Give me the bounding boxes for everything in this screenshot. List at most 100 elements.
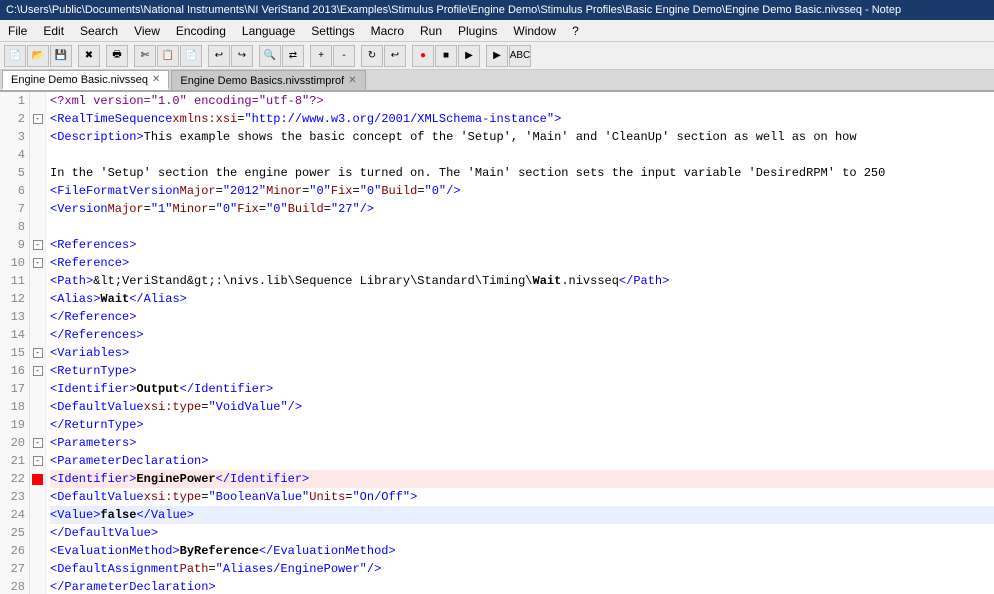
tab-stimprof[interactable]: Engine Demo Basics.nivsstimprof ✕ bbox=[171, 70, 365, 90]
gutter-row[interactable]: - bbox=[30, 452, 45, 470]
gutter-row[interactable]: - bbox=[30, 362, 45, 380]
tb-find[interactable]: 🔍 bbox=[259, 45, 281, 67]
menu-settings[interactable]: Settings bbox=[303, 20, 362, 41]
gutter-row[interactable]: - bbox=[30, 110, 45, 128]
menu-window[interactable]: Window bbox=[505, 20, 564, 41]
tb-new[interactable]: 📄 bbox=[4, 45, 26, 67]
code-line[interactable]: In the 'Setup' section the engine power … bbox=[50, 164, 994, 182]
tb-macro-rec[interactable]: ● bbox=[412, 45, 434, 67]
tb-run[interactable]: ▶ bbox=[486, 45, 508, 67]
code-line[interactable]: </ParameterDeclaration> bbox=[50, 578, 994, 594]
tb-zoom-in[interactable]: + bbox=[310, 45, 332, 67]
menu-encoding[interactable]: Encoding bbox=[168, 20, 234, 41]
line-number: 5 bbox=[4, 164, 25, 182]
code-line[interactable]: <Value>false</Value> bbox=[50, 506, 994, 524]
line-number: 4 bbox=[4, 146, 25, 164]
tab-nivsseq[interactable]: Engine Demo Basic.nivsseq ✕ bbox=[2, 70, 169, 90]
code-line[interactable]: <FileFormatVersion Major="2012" Minor="0… bbox=[50, 182, 994, 200]
tb-spell[interactable]: ABC bbox=[509, 45, 531, 67]
code-line[interactable]: <DefaultValue xsi:type="BooleanValue" Un… bbox=[50, 488, 994, 506]
code-line[interactable]: <DefaultAssignment Path="Aliases/EngineP… bbox=[50, 560, 994, 578]
menu-language[interactable]: Language bbox=[234, 20, 303, 41]
tb-redo[interactable]: ↪ bbox=[231, 45, 253, 67]
gutter-row[interactable] bbox=[30, 470, 45, 488]
gutter-row[interactable]: - bbox=[30, 434, 45, 452]
title-text: C:\Users\Public\Documents\National Instr… bbox=[6, 4, 901, 16]
tb-print[interactable]: 🖶 bbox=[106, 45, 128, 67]
collapse-btn[interactable]: - bbox=[33, 114, 43, 124]
line-number: 21 bbox=[4, 452, 25, 470]
code-line[interactable]: <Parameters> bbox=[50, 434, 994, 452]
gutter-row bbox=[30, 524, 45, 542]
gutter-row[interactable]: - bbox=[30, 254, 45, 272]
code-line[interactable]: <EvaluationMethod>ByReference</Evaluatio… bbox=[50, 542, 994, 560]
code-line[interactable]: <Identifier>EnginePower</Identifier> bbox=[50, 470, 994, 488]
tb-paste[interactable]: 📄 bbox=[180, 45, 202, 67]
tb-sync[interactable]: ↻ bbox=[361, 45, 383, 67]
line-number: 11 bbox=[4, 272, 25, 290]
code-line[interactable]: </ReturnType> bbox=[50, 416, 994, 434]
gutter-row bbox=[30, 380, 45, 398]
line-number: 10 bbox=[4, 254, 25, 272]
code-line[interactable]: <RealTimeSequence xmlns:xsi="http://www.… bbox=[50, 110, 994, 128]
gutter-row bbox=[30, 146, 45, 164]
tb-save[interactable]: 💾 bbox=[50, 45, 72, 67]
code-line[interactable]: <Path>&lt;VeriStand&gt;:\nivs.lib\Sequen… bbox=[50, 272, 994, 290]
code-line[interactable]: <ReturnType> bbox=[50, 362, 994, 380]
line-number: 18 bbox=[4, 398, 25, 416]
code-line[interactable]: <Version Major="1" Minor="0" Fix="0" Bui… bbox=[50, 200, 994, 218]
line-number: 6 bbox=[4, 182, 25, 200]
code-line[interactable]: </Reference> bbox=[50, 308, 994, 326]
tb-wrap[interactable]: ↩ bbox=[384, 45, 406, 67]
code-line[interactable]: <Reference> bbox=[50, 254, 994, 272]
menu-bar: File Edit Search View Encoding Language … bbox=[0, 20, 994, 42]
tb-undo[interactable]: ↩ bbox=[208, 45, 230, 67]
tb-macro-play[interactable]: ▶ bbox=[458, 45, 480, 67]
collapse-btn[interactable]: - bbox=[33, 258, 43, 268]
code-line[interactable]: <Alias>Wait</Alias> bbox=[50, 290, 994, 308]
code-line[interactable]: </References> bbox=[50, 326, 994, 344]
gutter-row bbox=[30, 416, 45, 434]
code-line[interactable]: <Identifier>Output</Identifier> bbox=[50, 380, 994, 398]
gutter-row bbox=[30, 182, 45, 200]
collapse-btn[interactable]: - bbox=[33, 438, 43, 448]
code-line[interactable]: <Variables> bbox=[50, 344, 994, 362]
editor[interactable]: 1234567891011121314151617181920212223242… bbox=[0, 92, 994, 594]
tb-replace[interactable]: ⇄ bbox=[282, 45, 304, 67]
code-line[interactable]: <Description>This example shows the basi… bbox=[50, 128, 994, 146]
tb-macro-stop[interactable]: ■ bbox=[435, 45, 457, 67]
collapse-btn[interactable]: - bbox=[33, 240, 43, 250]
code-line[interactable]: </DefaultValue> bbox=[50, 524, 994, 542]
collapse-btn[interactable]: - bbox=[33, 366, 43, 376]
tb-cut[interactable]: ✄ bbox=[134, 45, 156, 67]
menu-edit[interactable]: Edit bbox=[35, 20, 72, 41]
tab-close-stimprof[interactable]: ✕ bbox=[348, 75, 356, 86]
menu-run[interactable]: Run bbox=[412, 20, 450, 41]
collapse-btn[interactable]: - bbox=[33, 348, 43, 358]
tb-open[interactable]: 📂 bbox=[27, 45, 49, 67]
menu-view[interactable]: View bbox=[126, 20, 168, 41]
menu-macro[interactable]: Macro bbox=[363, 20, 412, 41]
code-line[interactable]: <ParameterDeclaration> bbox=[50, 452, 994, 470]
tab-close-nivsseq[interactable]: ✕ bbox=[152, 74, 160, 85]
menu-file[interactable]: File bbox=[0, 20, 35, 41]
menu-help[interactable]: ? bbox=[564, 20, 587, 41]
code-line[interactable] bbox=[50, 218, 994, 236]
gutter-row[interactable]: - bbox=[30, 236, 45, 254]
line-number: 12 bbox=[4, 290, 25, 308]
tb-copy[interactable]: 📋 bbox=[157, 45, 179, 67]
menu-plugins[interactable]: Plugins bbox=[450, 20, 505, 41]
gutter-row[interactable]: - bbox=[30, 344, 45, 362]
code-line[interactable]: <?xml version="1.0" encoding="utf-8"?> bbox=[50, 92, 994, 110]
menu-search[interactable]: Search bbox=[72, 20, 126, 41]
code-line[interactable] bbox=[50, 146, 994, 164]
code-area[interactable]: <?xml version="1.0" encoding="utf-8"?><R… bbox=[46, 92, 994, 594]
line-number: 3 bbox=[4, 128, 25, 146]
collapse-btn[interactable]: - bbox=[33, 456, 43, 466]
tb-close[interactable]: ✖ bbox=[78, 45, 100, 67]
code-line[interactable]: <DefaultValue xsi:type="VoidValue" /> bbox=[50, 398, 994, 416]
tb-zoom-out[interactable]: - bbox=[333, 45, 355, 67]
line-number: 26 bbox=[4, 542, 25, 560]
code-line[interactable]: <References> bbox=[50, 236, 994, 254]
line-number: 16 bbox=[4, 362, 25, 380]
